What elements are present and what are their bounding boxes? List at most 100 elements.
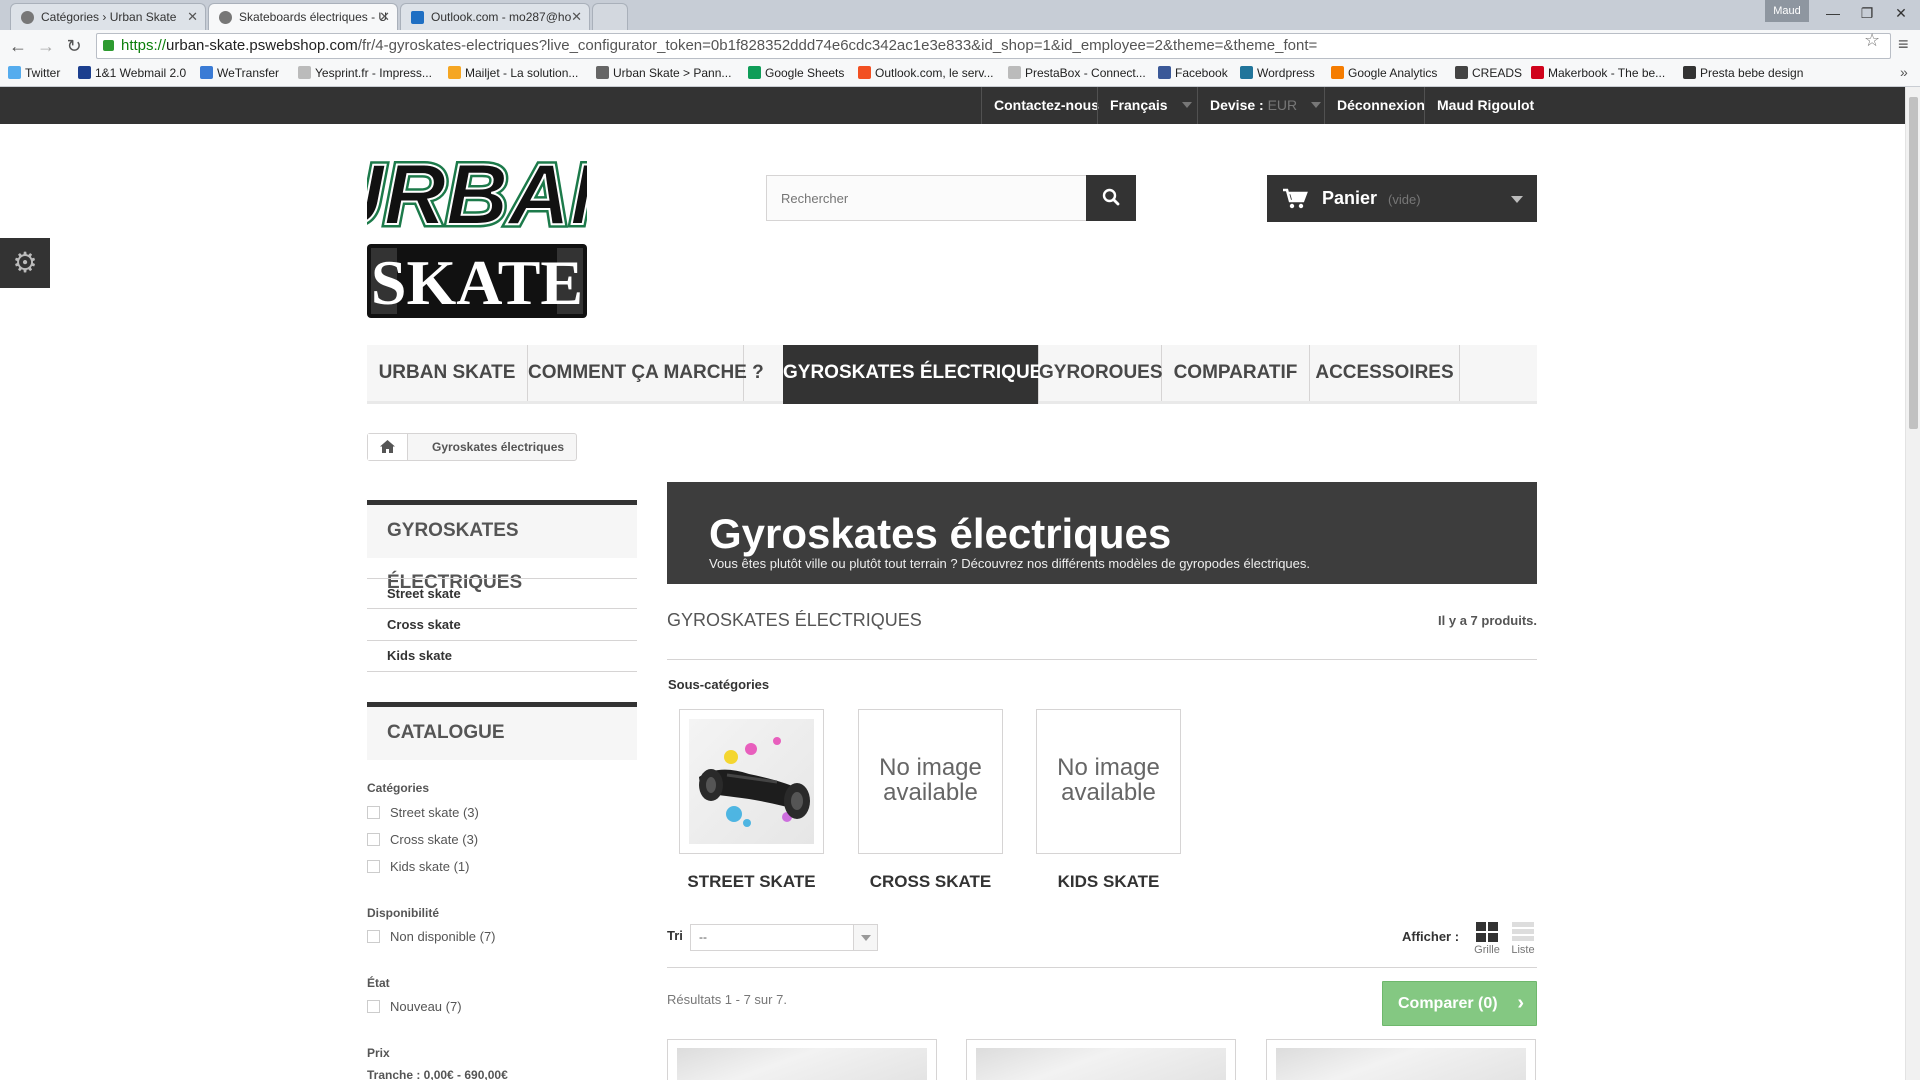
cart-button[interactable]: Panier (vide)	[1267, 175, 1537, 222]
subcategory-street-skate[interactable]: STREET SKATE	[679, 709, 824, 892]
category-link-kids-skate[interactable]: Kids skate	[367, 641, 637, 672]
checkbox[interactable]	[367, 833, 380, 846]
new-tab-button[interactable]	[592, 3, 628, 30]
urban-skate-logo-icon: URBAN URBAN SKATE	[318, 144, 638, 318]
product-image[interactable]	[1276, 1048, 1526, 1080]
facet-option[interactable]: Cross skate (3)	[367, 832, 478, 847]
browser-profile-badge[interactable]: Maud	[1765, 0, 1809, 22]
facet-option[interactable]: Nouveau (7)	[367, 999, 462, 1014]
product-card[interactable]	[966, 1039, 1236, 1080]
menu-item-gyroroues[interactable]: GYROROUES	[1039, 345, 1163, 401]
sort-select[interactable]: --	[690, 924, 878, 951]
bookmark-label: Urban Skate > Pann...	[613, 66, 732, 80]
subcategory-thumbnail[interactable]: No image available	[858, 709, 1003, 854]
contact-link[interactable]: Contactez-nous	[981, 87, 1111, 124]
checkbox[interactable]	[367, 1000, 380, 1013]
bookmark-item[interactable]: CREADS	[1455, 66, 1522, 80]
product-image[interactable]	[677, 1048, 927, 1080]
language-selector[interactable]: Français	[1097, 87, 1192, 124]
logout-link[interactable]: Déconnexion	[1324, 87, 1437, 124]
category-link-street-skate[interactable]: Street skate	[367, 578, 637, 609]
bookmark-item[interactable]: Google Analytics	[1331, 66, 1437, 80]
compare-button[interactable]: Comparer (0) ›	[1382, 981, 1537, 1026]
browser-tab-skateboards[interactable]: Skateboards électriques - U ✕	[208, 3, 398, 30]
list-view-button[interactable]: Liste	[1509, 922, 1537, 956]
search-input[interactable]	[766, 175, 1088, 221]
bookmark-label: 1&1 Webmail 2.0	[95, 66, 187, 80]
browser-tab-categories[interactable]: Catégories › Urban Skate ✕	[10, 3, 206, 30]
bookmark-item[interactable]: WeTransfer	[200, 66, 279, 80]
browser-tab-outlook[interactable]: Outlook.com - mo287@ho ✕	[400, 3, 590, 30]
breadcrumb-home-link[interactable]	[368, 434, 408, 460]
menu-item-gyroskates-electriques[interactable]: GYROSKATES ÉLECTRIQUES	[783, 345, 1055, 404]
back-arrow-icon[interactable]: ←	[6, 34, 30, 58]
facet-option-label: Cross skate (3)	[390, 832, 479, 847]
bookmark-item[interactable]: Google Sheets	[748, 66, 844, 80]
browser-menu-icon[interactable]: ≡	[1898, 34, 1909, 55]
bookmark-item[interactable]: PrestaBox - Connect...	[1008, 66, 1146, 80]
bookmark-item[interactable]: Urban Skate > Pann...	[596, 66, 731, 80]
bookmark-item[interactable]: Makerbook - The be...	[1531, 66, 1665, 80]
subcategory-name[interactable]: CROSS SKATE	[858, 872, 1003, 892]
facet-option[interactable]: Non disponible (7)	[367, 929, 496, 944]
facet-option-label: Nouveau (7)	[390, 999, 462, 1014]
product-card[interactable]	[1266, 1039, 1536, 1080]
hoverboard-icon	[699, 737, 810, 827]
reload-icon[interactable]: ↻	[62, 34, 86, 58]
bookmark-item[interactable]: 1&1 Webmail 2.0	[78, 66, 186, 80]
bookmark-item[interactable]: Outlook.com, le serv...	[858, 66, 993, 80]
subcategory-name[interactable]: KIDS SKATE	[1036, 872, 1181, 892]
bookmark-item[interactable]: Yesprint.fr - Impress...	[298, 66, 432, 80]
minimize-icon[interactable]: —	[1818, 2, 1848, 24]
close-tab-icon[interactable]: ✕	[571, 4, 582, 30]
secure-lock-icon	[103, 40, 114, 51]
compare-label: Comparer (0)	[1398, 995, 1498, 1012]
restore-icon[interactable]: ❐	[1852, 2, 1882, 24]
account-link[interactable]: Maud Rigoulot	[1424, 87, 1546, 124]
page-scrollbar[interactable]	[1905, 87, 1920, 1080]
menu-item-accessoires[interactable]: ACCESSOIRES	[1310, 345, 1460, 401]
facet-option[interactable]: Kids skate (1)	[367, 859, 469, 874]
page-heading: GYROSKATES ÉLECTRIQUES Il y a 7 produits…	[667, 610, 1537, 660]
category-block-title[interactable]: GYROSKATES ÉLECTRIQUES	[367, 500, 637, 593]
currency-selector[interactable]: Devise : EUR	[1197, 87, 1324, 124]
checkbox[interactable]	[367, 860, 380, 873]
analytics-icon	[1331, 66, 1344, 79]
bookmark-star-icon[interactable]: ☆	[1864, 30, 1880, 51]
subcategory-thumbnail[interactable]	[679, 709, 824, 854]
subcategory-kids-skate[interactable]: No image available KIDS SKATE	[1036, 709, 1181, 892]
menu-item-urban-skate[interactable]: URBAN SKATE	[367, 345, 528, 401]
close-window-icon[interactable]: ✕	[1886, 2, 1916, 24]
bookmark-item[interactable]: Wordpress	[1240, 66, 1315, 80]
theme-configurator-toggle[interactable]: ⚙	[0, 238, 50, 288]
bookmark-item[interactable]: Mailjet - La solution...	[448, 66, 578, 80]
bookmark-item[interactable]: Twitter	[8, 66, 60, 80]
menu-item-comment-ca-marche[interactable]: COMMENT ÇA MARCHE ?	[528, 345, 764, 401]
category-link-cross-skate[interactable]: Cross skate	[367, 610, 637, 641]
bookmark-label: Google Analytics	[1348, 66, 1438, 80]
bookmark-label: Wordpress	[1257, 66, 1315, 80]
facet-option[interactable]: Street skate (3)	[367, 805, 479, 820]
list-view-label: Liste	[1511, 944, 1535, 956]
bookmark-item[interactable]: Presta bebe design	[1683, 66, 1803, 80]
close-tab-icon[interactable]: ✕	[379, 4, 390, 30]
grid-icon	[1476, 922, 1498, 942]
scrollbar-thumb[interactable]	[1909, 97, 1918, 429]
subcategory-thumbnail[interactable]: No image available	[1036, 709, 1181, 854]
close-tab-icon[interactable]: ✕	[187, 4, 198, 30]
address-bar[interactable]: https://urban-skate.pswebshop.com/fr/4-g…	[96, 33, 1891, 59]
search-button[interactable]	[1086, 175, 1136, 221]
forward-arrow-icon[interactable]: →	[34, 34, 58, 58]
product-image[interactable]	[976, 1048, 1226, 1080]
subcategory-cross-skate[interactable]: No image available CROSS SKATE	[858, 709, 1003, 892]
shop-logo[interactable]: URBAN URBAN SKATE	[318, 142, 638, 318]
bookmark-label: Yesprint.fr - Impress...	[315, 66, 432, 80]
bookmark-item[interactable]: Facebook	[1158, 66, 1228, 80]
checkbox[interactable]	[367, 930, 380, 943]
grid-view-button[interactable]: Grille	[1473, 922, 1501, 956]
subcategory-name[interactable]: STREET SKATE	[679, 872, 824, 892]
bookmarks-overflow-icon[interactable]: »	[1900, 64, 1908, 80]
menu-item-comparatif[interactable]: COMPARATIF	[1162, 345, 1310, 401]
product-card[interactable]	[667, 1039, 937, 1080]
checkbox[interactable]	[367, 806, 380, 819]
